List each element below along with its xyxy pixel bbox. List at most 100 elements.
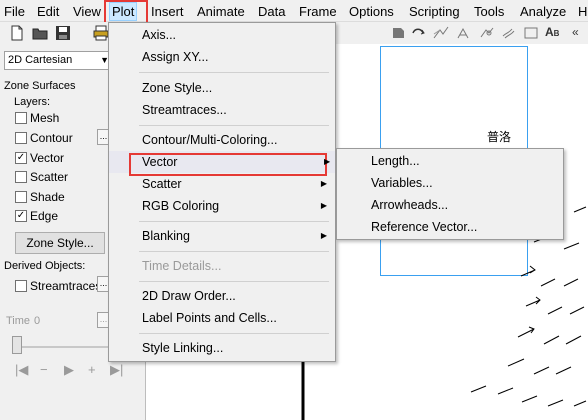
- time-label: Time: [6, 315, 31, 327]
- menu-file[interactable]: File: [4, 4, 25, 20]
- menu-frame[interactable]: Frame: [299, 4, 337, 20]
- submenu-item-length[interactable]: Length...: [337, 150, 563, 172]
- menu-separator: [139, 72, 329, 73]
- time-value: 0: [34, 315, 41, 327]
- menu-item-style-linking-label: Style Linking...: [142, 341, 224, 355]
- menu-separator: [139, 333, 329, 334]
- time-slider-thumb[interactable]: [12, 336, 22, 354]
- menu-item-zone-style-label: Zone Style...: [142, 81, 213, 95]
- submenu-item-variables-label: Variables...: [371, 176, 433, 190]
- derived-objects-heading: Derived Objects:: [4, 260, 86, 272]
- submenu-arrow-icon: ▶: [320, 179, 327, 188]
- menu-separator: [139, 281, 329, 282]
- menu-item-label-points-label: Label Points and Cells...: [142, 311, 277, 325]
- streamtraces-label: Streamtraces: [30, 279, 102, 293]
- vector-checkbox[interactable]: ✓: [15, 152, 27, 164]
- menu-item-scatter-label: Scatter: [142, 177, 182, 191]
- menu-item-zone-style[interactable]: Zone Style...: [109, 77, 335, 99]
- menu-tools[interactable]: Tools: [474, 4, 504, 20]
- menu-item-style-linking[interactable]: Style Linking...: [109, 337, 335, 359]
- menu-separator: [139, 221, 329, 222]
- menu-insert[interactable]: Insert: [151, 4, 184, 20]
- submenu-item-length-label: Length...: [371, 154, 420, 168]
- menu-item-blanking[interactable]: Blanking ▶: [109, 225, 335, 247]
- menu-item-axis-label: Axis...: [142, 28, 177, 42]
- menu-plot[interactable]: Plot: [109, 2, 138, 21]
- vector-label: Vector: [30, 151, 65, 165]
- mesh-label: Mesh: [30, 111, 60, 125]
- zone-style-button[interactable]: Zone Style...: [15, 232, 105, 254]
- contour-lines-icon[interactable]: [500, 24, 518, 42]
- layers-heading: Layers:: [14, 96, 51, 108]
- zone-icon[interactable]: [522, 24, 540, 42]
- menu-item-label-points[interactable]: Label Points and Cells...: [109, 307, 335, 329]
- probe-icon[interactable]: [390, 24, 408, 42]
- menu-item-vector-label: Vector: [142, 155, 178, 169]
- menu-separator: [139, 251, 329, 252]
- menu-animate[interactable]: Animate: [197, 4, 245, 20]
- menu-item-contour-label: Contour/Multi-Coloring...: [142, 133, 278, 147]
- submenu-item-reference-vector-label: Reference Vector...: [371, 220, 478, 234]
- menu-item-streamtraces-label: Streamtraces...: [142, 103, 227, 117]
- contour-label: Contour: [30, 131, 73, 145]
- menu-item-assign-xy[interactable]: Assign XY...: [109, 46, 335, 68]
- open-folder-icon[interactable]: [31, 24, 49, 42]
- new-file-icon[interactable]: [8, 24, 26, 42]
- submenu-item-arrowheads-label: Arrowheads...: [371, 198, 449, 212]
- menu-item-2d-draw-order-label: 2D Draw Order...: [142, 289, 236, 303]
- vector-submenu: Length... Variables... Arrowheads... Ref…: [336, 148, 564, 240]
- menu-item-blanking-label: Blanking: [142, 229, 190, 243]
- menu-item-2d-draw-order[interactable]: 2D Draw Order...: [109, 285, 335, 307]
- scatter-label: Scatter: [30, 170, 69, 184]
- menu-edit[interactable]: Edit: [37, 4, 59, 20]
- menu-item-assign-xy-label: Assign XY...: [142, 50, 209, 64]
- zone-surfaces-heading: Zone Surfaces: [4, 80, 76, 92]
- overflow-icon[interactable]: «: [572, 25, 579, 39]
- iso-surface-icon[interactable]: [478, 24, 496, 42]
- menu-view[interactable]: View: [73, 4, 101, 20]
- scatter-checkbox[interactable]: [15, 171, 27, 183]
- menu-item-rgb-coloring-label: RGB Coloring: [142, 199, 220, 213]
- submenu-item-variables[interactable]: Variables...: [337, 172, 563, 194]
- menu-item-axis[interactable]: Axis...: [109, 24, 335, 46]
- submenu-arrow-icon: ▶: [324, 157, 331, 166]
- menu-data[interactable]: Data: [258, 4, 285, 20]
- menu-item-rgb-coloring[interactable]: RGB Coloring ▶: [109, 195, 335, 217]
- plot-menu: Axis... Assign XY... Zone Style... Strea…: [108, 22, 336, 362]
- streamtrace-icon[interactable]: [432, 24, 450, 42]
- plot-type-value: 2D Cartesian: [8, 54, 73, 66]
- minus-icon[interactable]: −: [40, 362, 48, 377]
- menu-item-time-details: Time Details...: [109, 255, 335, 277]
- slice-icon[interactable]: [455, 24, 473, 42]
- skip-to-end-icon[interactable]: ▶|: [110, 362, 123, 378]
- shade-checkbox[interactable]: [15, 191, 27, 203]
- mesh-checkbox[interactable]: [15, 112, 27, 124]
- menu-bar: File Edit View Plot Insert Animate Data …: [0, 0, 588, 22]
- menu-separator: [139, 125, 329, 126]
- menu-item-time-details-label: Time Details...: [142, 259, 222, 273]
- contour-checkbox[interactable]: [15, 132, 27, 144]
- plot-type-select[interactable]: 2D Cartesian ▼: [4, 51, 112, 70]
- menu-help[interactable]: H: [578, 4, 587, 20]
- menu-analyze[interactable]: Analyze: [520, 4, 566, 20]
- menu-scripting[interactable]: Scripting: [409, 4, 460, 20]
- abc-text-icon[interactable]: AB: [545, 25, 559, 39]
- edge-label: Edge: [30, 209, 59, 223]
- shade-label: Shade: [30, 190, 65, 204]
- plus-icon[interactable]: +: [88, 362, 96, 377]
- streamtraces-checkbox[interactable]: [15, 280, 27, 292]
- menu-item-scatter[interactable]: Scatter ▶: [109, 173, 335, 195]
- skip-to-start-icon[interactable]: |◀: [15, 362, 28, 378]
- menu-item-streamtraces[interactable]: Streamtraces...: [109, 99, 335, 121]
- menu-item-contour[interactable]: Contour/Multi-Coloring...: [109, 129, 335, 151]
- submenu-arrow-icon: ▶: [320, 201, 327, 210]
- submenu-item-arrowheads[interactable]: Arrowheads...: [337, 194, 563, 216]
- menu-item-vector[interactable]: Vector: [109, 151, 335, 173]
- rotate-icon[interactable]: [410, 24, 428, 42]
- edge-checkbox[interactable]: ✓: [15, 210, 27, 222]
- menu-options[interactable]: Options: [349, 4, 394, 20]
- save-icon[interactable]: [54, 24, 72, 42]
- play-icon[interactable]: ▶: [64, 362, 74, 378]
- submenu-item-reference-vector[interactable]: Reference Vector...: [337, 216, 563, 238]
- submenu-arrow-icon: ▶: [320, 231, 327, 240]
